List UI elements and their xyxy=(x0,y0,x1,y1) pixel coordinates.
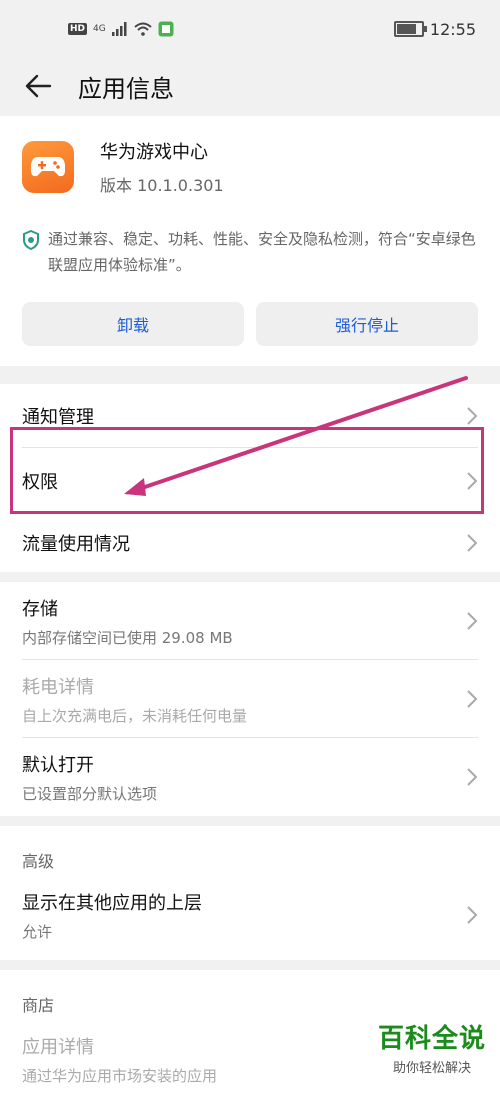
row-label: 应用详情 xyxy=(22,1036,94,1058)
settings-group-main: 通知管理 权限 流量使用情况 xyxy=(0,384,500,572)
row-label: 存储 xyxy=(22,598,58,620)
row-label: 显示在其他应用的上层 xyxy=(22,892,202,914)
page-title: 应用信息 xyxy=(78,74,174,103)
watermark-subtitle: 助你轻松解决 xyxy=(392,1061,471,1076)
chevron-right-icon xyxy=(467,690,478,708)
chevron-right-icon xyxy=(467,472,478,490)
app-info-card: 华为游戏中心 版本 10.1.0.301 通过兼容、稳定、功耗、性能、安全及隐私… xyxy=(0,116,500,366)
row-label: 耗电详情 xyxy=(22,676,94,698)
row-subtitle: 通过华为应用市场安装的应用 xyxy=(22,1066,218,1085)
shield-check-icon xyxy=(22,226,42,278)
row-subtitle: 内部存储空间已使用 29.08 MB xyxy=(22,628,233,647)
app-header: 华为游戏中心 版本 10.1.0.301 xyxy=(22,138,478,196)
battery-icon xyxy=(393,21,427,37)
row-permissions[interactable]: 权限 xyxy=(0,448,500,514)
hd-badge: HD xyxy=(68,23,88,35)
settings-group-advanced: 高级 显示在其他应用的上层 允许 xyxy=(0,826,500,960)
row-subtitle: 自上次充满电后，未消耗任何电量 xyxy=(22,706,248,725)
title-bar: 应用信息 xyxy=(0,58,500,114)
wifi-icon xyxy=(134,22,152,36)
row-label: 权限 xyxy=(22,472,58,493)
uninstall-button[interactable]: 卸载 xyxy=(22,302,244,346)
row-subtitle: 允许 xyxy=(22,922,53,941)
chevron-right-icon xyxy=(467,906,478,924)
chevron-right-icon xyxy=(467,534,478,552)
watermark: 百科全说 助你轻松解决 xyxy=(378,1018,486,1076)
arrow-left-icon[interactable] xyxy=(24,70,56,102)
chevron-right-icon xyxy=(467,768,478,786)
network-type: 4G xyxy=(93,24,106,34)
app-texts: 华为游戏中心 版本 10.1.0.301 xyxy=(100,138,224,196)
signal-icon xyxy=(111,22,127,36)
chevron-right-icon xyxy=(467,612,478,630)
status-bar: HD 4G 12:55 xyxy=(0,0,500,58)
settings-group-storage: 存储 内部存储空间已使用 29.08 MB 耗电详情 自上次充满电后，未消耗任何… xyxy=(0,582,500,816)
row-label: 默认打开 xyxy=(22,754,94,776)
force-stop-button[interactable]: 强行停止 xyxy=(256,302,478,346)
section-header-advanced: 高级 xyxy=(22,852,55,871)
action-buttons: 卸载 强行停止 xyxy=(22,302,478,346)
app-version: 版本 10.1.0.301 xyxy=(100,176,224,195)
row-notification-management[interactable]: 通知管理 xyxy=(0,384,500,448)
verification-text: 通过兼容、稳定、功耗、性能、安全及隐私检测，符合“安卓绿色联盟应用体验标准”。 xyxy=(48,230,476,274)
section-header-store: 商店 xyxy=(22,996,55,1015)
chevron-right-icon xyxy=(467,407,478,425)
status-time: 12:55 xyxy=(429,19,476,39)
app-name: 华为游戏中心 xyxy=(100,142,208,163)
gamepad-icon xyxy=(22,141,74,193)
row-label: 流量使用情况 xyxy=(22,534,130,555)
row-data-usage[interactable]: 流量使用情况 xyxy=(0,514,500,572)
notification-app-icon xyxy=(158,21,174,37)
status-right: 12:55 xyxy=(393,19,476,39)
row-open-by-default[interactable]: 默认打开 已设置部分默认选项 xyxy=(0,738,500,816)
row-subtitle: 已设置部分默认选项 xyxy=(22,784,158,803)
status-icons: HD 4G xyxy=(68,21,174,37)
row-battery-usage[interactable]: 耗电详情 自上次充满电后，未消耗任何电量 xyxy=(0,660,500,738)
verification-note: 通过兼容、稳定、功耗、性能、安全及隐私检测，符合“安卓绿色联盟应用体验标准”。 xyxy=(22,226,478,278)
row-display-over-other-apps[interactable]: 显示在其他应用的上层 允许 xyxy=(0,870,500,960)
row-label: 通知管理 xyxy=(22,407,94,428)
watermark-title: 百科全说 xyxy=(377,1024,486,1054)
row-storage[interactable]: 存储 内部存储空间已使用 29.08 MB xyxy=(0,582,500,660)
